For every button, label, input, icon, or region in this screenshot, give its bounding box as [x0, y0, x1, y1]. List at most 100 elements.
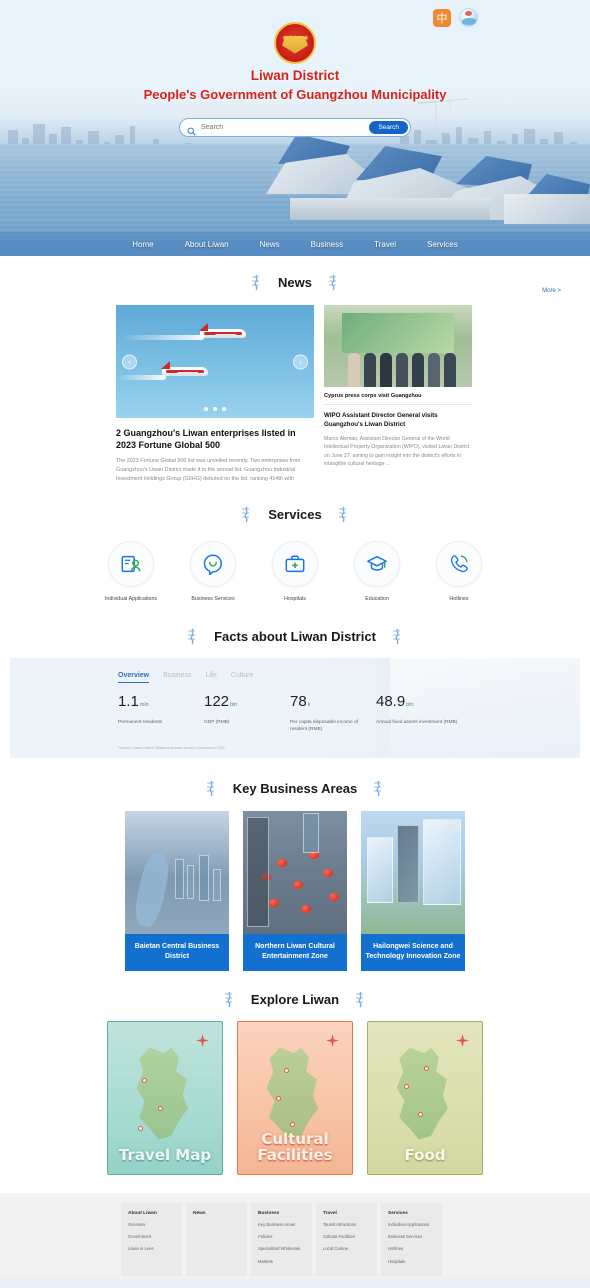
explore-title: Explore Liwan	[250, 991, 340, 1007]
footer-column-title: Business	[258, 1210, 280, 1216]
chinese-language-button[interactable]: 中	[433, 8, 451, 27]
footer-column-business: Business Key Business Areas Policies Spe…	[251, 1202, 312, 1276]
side-news-body: Marco Aleman, Assistant Director General…	[324, 435, 470, 468]
footer-link[interactable]: Policies	[258, 1234, 312, 1240]
business-area-card-northern-liwan[interactable]: Northern Liwan Cultural Entertainment Zo…	[243, 810, 347, 971]
ornament-left-icon	[239, 506, 254, 523]
footer-link[interactable]: Key Business Areas	[258, 1222, 312, 1228]
carousel-dots[interactable]	[204, 407, 226, 411]
stat-gdp: 122bln GDP (RMB)	[204, 693, 290, 734]
business-area-card-hailongwei[interactable]: Hailongwei Science and Technology Innova…	[361, 810, 465, 971]
nav-item-business[interactable]: Business	[311, 240, 343, 249]
phone-icon	[436, 541, 482, 587]
side-news-title[interactable]: WIPO Assistant Director General visits G…	[324, 405, 472, 430]
page-subtitle: People's Government of Guangzhou Municip…	[143, 87, 447, 102]
ornament-right-icon	[371, 780, 386, 797]
search-bar[interactable]: Search	[179, 118, 411, 137]
carousel-dot[interactable]	[222, 407, 226, 411]
footer-link[interactable]: Hospitals	[388, 1259, 442, 1265]
stat-per-capita-income: 78k Per capita disposable income of resi…	[290, 693, 376, 734]
footer-column-title: News	[193, 1210, 206, 1216]
footer-link[interactable]: Markets	[258, 1259, 312, 1265]
featured-news[interactable]: ‹ › 2 Guangzhou's Liwan enterprises list…	[116, 305, 314, 484]
footer-link[interactable]: Specialized Wholesale	[258, 1246, 312, 1252]
service-item-education[interactable]: Education	[349, 541, 405, 604]
footer-link[interactable]: Cultural Facilities	[323, 1234, 377, 1240]
explore-card-travel-map[interactable]: Travel Map	[107, 1020, 223, 1175]
stat-unit: bln	[230, 701, 238, 708]
tab-culture[interactable]: Culture	[231, 672, 254, 683]
carousel-prev-icon[interactable]: ‹	[122, 354, 137, 369]
news-title: News	[278, 275, 312, 290]
service-item-business-services[interactable]: Business Services	[185, 541, 241, 604]
footer-link[interactable]: Tourist Attractions	[323, 1222, 377, 1228]
business-area-label: Hailongwei Science and Technology Innova…	[361, 933, 465, 971]
facts-title: Facts about Liwan District	[214, 628, 376, 644]
footer-bottom-strip	[0, 1277, 590, 1288]
stat-value: 48.9	[376, 692, 406, 710]
carousel-next-icon[interactable]: ›	[293, 354, 308, 369]
business-area-image	[125, 810, 229, 934]
footer-column-services: Services Individual Applications Busines…	[381, 1202, 442, 1276]
site-footer: About Liwan Overview Government Liwan in…	[0, 1192, 590, 1288]
featured-news-headline[interactable]: 2 Guangzhou's Liwan enterprises listed i…	[116, 427, 314, 451]
business-area-image	[243, 810, 347, 934]
side-news-caption[interactable]: Cyprus press corps visit Guangzhou	[324, 387, 472, 405]
featured-news-body: The 2023 Fortune Global 500 list was unv…	[116, 458, 301, 483]
footer-column-title: About Liwan	[128, 1210, 157, 1216]
service-label: Hotlines	[449, 596, 469, 602]
services-title: Services	[268, 507, 322, 522]
service-label: Education	[365, 596, 389, 602]
search-button[interactable]: Search	[369, 121, 408, 134]
ornament-right-icon	[326, 274, 341, 291]
ornament-right-icon	[390, 628, 405, 645]
explore-card-label: Travel Map	[118, 1146, 212, 1165]
aerobatic-plane	[161, 361, 208, 376]
business-area-card-baietan[interactable]: Baietan Central Business District	[125, 810, 229, 971]
footer-link[interactable]: Liwan in Lens	[128, 1246, 182, 1252]
nav-item-home[interactable]: Home	[132, 240, 153, 249]
medical-kit-icon	[272, 541, 318, 587]
facts-panel: Overview Business Life Culture 1.1mln Pe…	[10, 657, 580, 758]
stat-fixed-assets-investment: 48.9bln Annual fixed assets investment (…	[376, 693, 462, 734]
national-emblem-icon: ★★★★★	[274, 22, 316, 64]
footer-link[interactable]: Local Cuisine	[323, 1246, 377, 1252]
carousel-dot[interactable]	[213, 407, 217, 411]
facts-tabs[interactable]: Overview Business Life Culture	[10, 658, 580, 683]
footer-column-about-liwan: About Liwan Overview Government Liwan in…	[121, 1202, 182, 1276]
tab-life[interactable]: Life	[206, 672, 217, 683]
ornament-left-icon	[185, 628, 200, 645]
footer-link[interactable]: Overview	[128, 1222, 182, 1228]
stat-permanent-residents: 1.1mln Permanent residents	[118, 693, 204, 734]
main-navigation[interactable]: Home About Liwan News Business Travel Se…	[0, 232, 590, 256]
news-more-link[interactable]: More >	[542, 288, 561, 294]
nav-item-about-liwan[interactable]: About Liwan	[185, 240, 229, 249]
explore-card-food[interactable]: Food	[367, 1020, 483, 1175]
explore-card-cultural-facilities[interactable]: Cultural Facilities	[237, 1020, 353, 1175]
nav-item-news[interactable]: News	[260, 240, 280, 249]
footer-link[interactable]: Hotlines	[388, 1246, 442, 1252]
tab-business[interactable]: Business	[163, 672, 191, 683]
side-news[interactable]: Cyprus press corps visit Guangzhou WIPO …	[324, 305, 472, 484]
service-item-individual-applications[interactable]: Individual Applications	[103, 541, 159, 604]
nav-item-services[interactable]: Services	[427, 240, 458, 249]
service-item-hospitals[interactable]: Hospitals	[267, 541, 323, 604]
smoke-trail	[122, 335, 204, 340]
service-item-hotlines[interactable]: Hotlines	[431, 541, 487, 604]
footer-link[interactable]: Government	[128, 1234, 182, 1240]
carousel-dot[interactable]	[204, 407, 208, 411]
footer-link[interactable]: Business Services	[388, 1234, 442, 1240]
explore-card-label: Food	[404, 1146, 446, 1165]
facts-stats: 1.1mln Permanent residents 122bln GDP (R…	[10, 683, 580, 734]
news-carousel[interactable]: ‹ ›	[116, 305, 314, 418]
globe-icon[interactable]	[459, 8, 478, 27]
search-input[interactable]	[196, 124, 370, 131]
search-icon	[187, 123, 196, 136]
footer-link[interactable]: Individual Applications	[388, 1222, 442, 1228]
nav-item-travel[interactable]: Travel	[374, 240, 396, 249]
page-title: Liwan District	[250, 68, 340, 83]
stat-unit: mln	[139, 701, 149, 708]
language-switcher[interactable]: 中	[433, 8, 478, 27]
stat-value: 78	[290, 692, 307, 710]
tab-overview[interactable]: Overview	[118, 672, 150, 683]
